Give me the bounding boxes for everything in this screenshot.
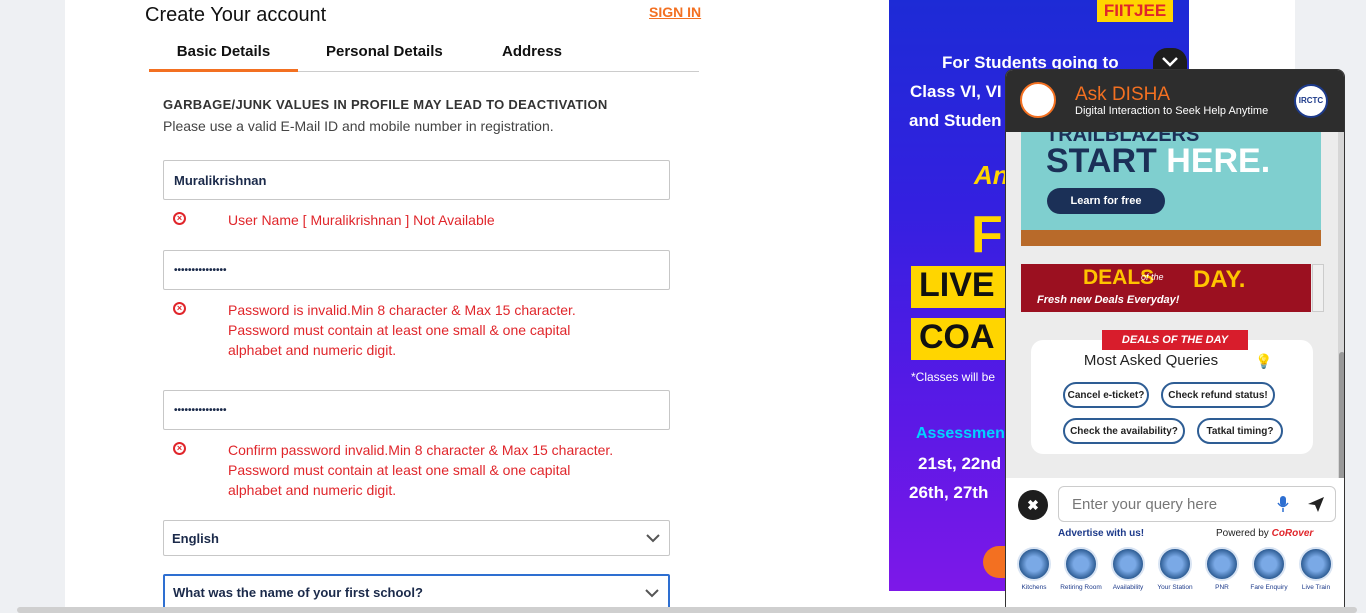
corover-logo: CoRover xyxy=(1271,528,1314,539)
chip-cancel-eticket[interactable]: Cancel e-ticket? xyxy=(1063,382,1149,408)
bulb-icon: 💡 xyxy=(1255,353,1273,369)
confirm-password-error: Confirm password invalid.Min 8 character… xyxy=(228,440,613,500)
query-placeholder: Enter your query here xyxy=(1072,495,1218,513)
error-icon: × xyxy=(173,212,186,225)
username-error: User Name [ Muralikrishnan ] Not Availab… xyxy=(228,212,495,228)
confirm-password-field[interactable]: ••••••••••••••• xyxy=(163,390,670,430)
password-error-line: alphabet and numeric digit. xyxy=(228,342,397,358)
fiitjee-logo: FIITJEE xyxy=(1097,0,1173,22)
quick-link-label: Availability xyxy=(1112,584,1144,591)
ad-live-badge: LIVE xyxy=(911,266,1011,308)
language-value: English xyxy=(172,530,219,546)
disha-avatar xyxy=(1020,82,1056,118)
deals-tagline: Fresh new Deals Everyday! xyxy=(1037,294,1180,306)
password-error-line: Password must contain at least one small… xyxy=(228,322,571,338)
chip-check-refund[interactable]: Check refund status! xyxy=(1161,382,1275,408)
quick-link-fare-enquiry[interactable]: Fare Enquiry xyxy=(1247,547,1291,591)
powered-by-label: Powered by xyxy=(1216,528,1269,539)
ad-line: An xyxy=(974,160,1009,190)
quick-link-pnr[interactable]: PNR xyxy=(1200,547,1244,591)
quick-links: Kitchens Retiring Room Availability Your… xyxy=(1012,547,1340,607)
quick-link-retiring-room[interactable]: Retiring Room xyxy=(1059,547,1103,591)
ad-dates: 26th, 27th xyxy=(909,483,989,502)
ask-disha-chatbot: Ask DISHA Digital Interaction to Seek He… xyxy=(1005,69,1345,613)
password-error: Password is invalid.Min 8 character & Ma… xyxy=(228,300,576,360)
quick-link-live-train[interactable]: Live Train xyxy=(1294,547,1338,591)
query-input[interactable]: Enter your query here xyxy=(1058,486,1336,522)
quick-link-your-station[interactable]: Your Station xyxy=(1153,547,1197,591)
chat-title: Ask DISHA xyxy=(1075,84,1171,105)
banner-start-word: START xyxy=(1046,142,1157,180)
chat-footer: ✖ Enter your query here Advertise with u… xyxy=(1006,478,1344,612)
quick-link-label: Retiring Room xyxy=(1060,584,1102,591)
ad-assessment: Assessmen xyxy=(916,425,1005,442)
error-icon: × xyxy=(173,442,186,455)
password-error-line: Password is invalid.Min 8 character & Ma… xyxy=(228,302,576,318)
ad-coaching-badge: COA xyxy=(911,318,1011,360)
tab-address[interactable]: Address xyxy=(502,43,562,60)
availability-icon xyxy=(1111,547,1145,581)
page-title: Create Your account xyxy=(145,4,327,26)
most-asked-queries-card: Most Asked Queries 💡 Cancel e-ticket? Ch… xyxy=(1031,340,1313,454)
send-icon[interactable] xyxy=(1307,495,1325,513)
chat-subtitle: Digital Interaction to Seek Help Anytime xyxy=(1075,105,1269,117)
signin-link[interactable]: SIGN IN xyxy=(649,4,701,20)
confirm-error-line: Password must contain at least one small… xyxy=(228,462,571,478)
learn-for-free-button[interactable]: Learn for free xyxy=(1047,188,1165,214)
station-icon xyxy=(1158,547,1192,581)
close-icon[interactable]: ✖ xyxy=(1018,490,1048,520)
ad-dates: 21st, 22nd xyxy=(918,454,1002,473)
location-pin-icon xyxy=(1299,547,1333,581)
chevron-down-icon xyxy=(646,534,660,543)
chat-header: Ask DISHA Digital Interaction to Seek He… xyxy=(1006,70,1344,132)
fare-icon xyxy=(1252,547,1286,581)
banner-scrollbar[interactable] xyxy=(1312,264,1324,312)
security-question-value: What was the name of your first school? xyxy=(173,584,423,600)
chevron-down-icon xyxy=(1162,57,1178,67)
banner-decoration xyxy=(1021,230,1321,246)
quick-link-label: Live Train xyxy=(1301,584,1331,591)
learn-banner[interactable]: TRAILBLAZERS START HERE. Learn for free xyxy=(1021,132,1321,246)
deals-ribbon: DEALS OF THE DAY xyxy=(1102,330,1248,350)
deals-banner[interactable]: DEALS of the DAY. Fresh new Deals Everyd… xyxy=(1021,264,1311,312)
error-icon: × xyxy=(173,302,186,315)
ad-line: Class VI, VI xyxy=(910,82,1002,101)
advertise-link[interactable]: Advertise with us! xyxy=(1058,528,1144,539)
banner-here-word: HERE. xyxy=(1166,142,1271,180)
security-question-select[interactable]: What was the name of your first school? xyxy=(163,574,670,610)
quick-link-label: Kitchens xyxy=(1021,584,1047,591)
bed-icon xyxy=(1064,547,1098,581)
registration-note: Please use a valid E-Mail ID and mobile … xyxy=(163,118,554,134)
tab-basic-details[interactable]: Basic Details xyxy=(149,43,298,72)
chip-tatkal-timing[interactable]: Tatkal timing? xyxy=(1197,418,1283,444)
ad-classes-note: *Classes will be xyxy=(911,370,996,384)
day-word: DAY. xyxy=(1193,266,1246,293)
ad-line: F xyxy=(971,206,1003,264)
quick-link-label: Your Station xyxy=(1157,584,1193,591)
horizontal-scrollbar[interactable] xyxy=(17,607,1357,613)
pnr-icon xyxy=(1205,547,1239,581)
password-field[interactable]: ••••••••••••••• xyxy=(163,250,670,290)
quick-link-label: Fare Enquiry xyxy=(1250,584,1288,591)
ad-line: and Studen xyxy=(909,111,1002,130)
irctc-logo: IRCTC xyxy=(1294,84,1328,118)
confirm-error-line: Confirm password invalid.Min 8 character… xyxy=(228,442,614,458)
queries-title: Most Asked Queries xyxy=(1083,352,1219,369)
quick-link-kitchens[interactable]: Kitchens xyxy=(1012,547,1056,591)
powered-by: Powered by CoRover xyxy=(1216,528,1313,539)
microphone-icon[interactable] xyxy=(1277,495,1289,513)
of-the-word: of the xyxy=(1141,272,1164,282)
banner-start: START HERE. xyxy=(1046,142,1270,181)
confirm-error-line: alphabet and numeric digit. xyxy=(228,482,397,498)
deactivation-warning: GARBAGE/JUNK VALUES IN PROFILE MAY LEAD … xyxy=(163,97,608,112)
username-field[interactable]: Muralikrishnan xyxy=(163,160,670,200)
tab-personal-details[interactable]: Personal Details xyxy=(326,43,443,60)
kitchen-icon xyxy=(1017,547,1051,581)
quick-link-label: PNR xyxy=(1215,584,1229,591)
chevron-down-icon xyxy=(645,589,659,598)
quick-link-availability[interactable]: Availability xyxy=(1106,547,1150,591)
language-select[interactable]: English xyxy=(163,520,670,556)
chip-check-availability[interactable]: Check the availability? xyxy=(1063,418,1185,444)
form-tabs: Basic Details Personal Details Address xyxy=(149,35,699,72)
